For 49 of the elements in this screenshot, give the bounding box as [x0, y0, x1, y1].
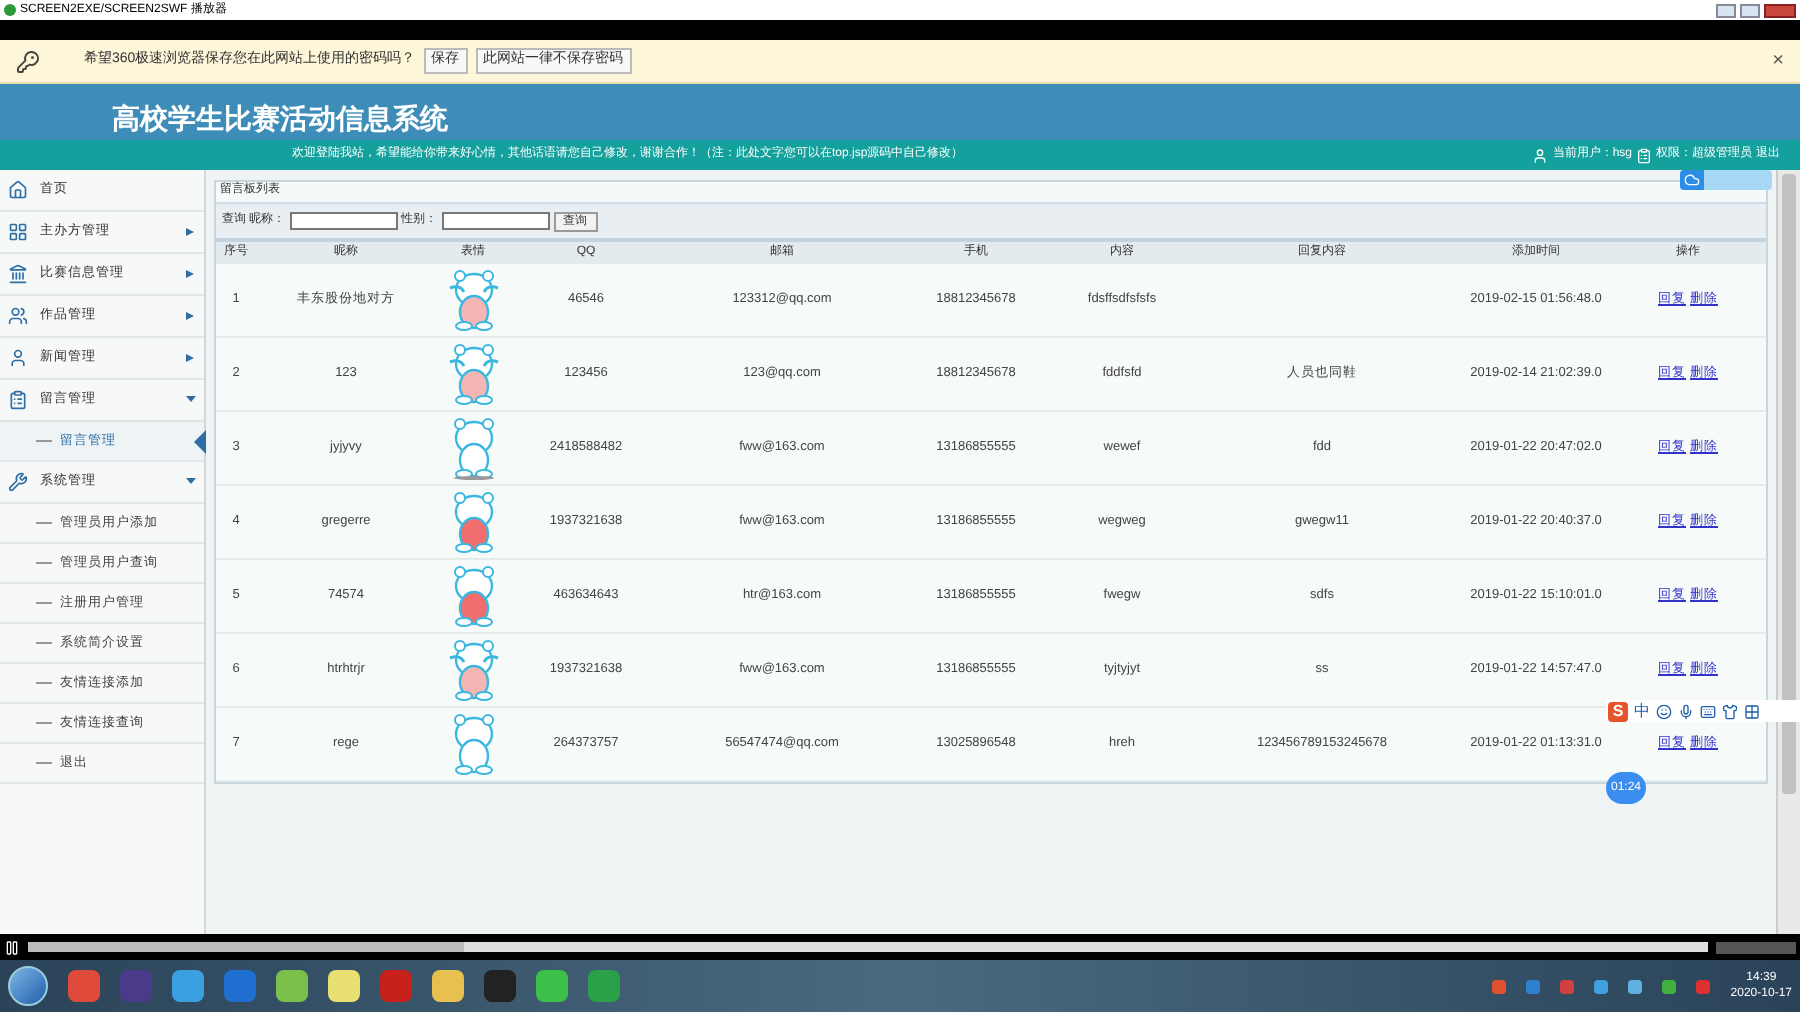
maximize-button[interactable]	[1740, 3, 1760, 17]
minimize-button[interactable]	[1716, 3, 1736, 17]
tray-icon[interactable]	[1526, 979, 1541, 993]
taskbar-app-icon[interactable]	[432, 970, 464, 1002]
taskbar-app-icon[interactable]	[68, 970, 100, 1002]
menu-icon	[8, 264, 28, 284]
caret-icon	[186, 312, 196, 320]
start-button[interactable]	[8, 966, 48, 1006]
caret-icon	[186, 270, 196, 278]
pause-button[interactable]	[4, 939, 20, 955]
microphone-icon[interactable]	[1678, 703, 1694, 719]
cloud-upload-button[interactable]	[1680, 170, 1772, 190]
tray-icon[interactable]	[1594, 979, 1609, 993]
keyboard-icon[interactable]	[1700, 703, 1716, 719]
menu-icon	[8, 222, 28, 242]
nickname-field[interactable]	[289, 212, 398, 231]
close-button[interactable]: ×	[1772, 51, 1784, 71]
taskbar-app-icon[interactable]	[536, 970, 568, 1002]
caret-icon	[186, 396, 196, 404]
gender-field[interactable]	[441, 212, 550, 231]
caret-icon	[186, 228, 196, 236]
close-button[interactable]	[1764, 3, 1796, 17]
input-mode[interactable]: 中	[1634, 699, 1650, 723]
scrollbar[interactable]	[1776, 170, 1800, 934]
menu-icon	[8, 390, 28, 410]
tray-icon[interactable]	[1492, 979, 1507, 993]
emoji-icon[interactable]	[1656, 703, 1672, 719]
caret-icon	[186, 478, 196, 486]
tray-icon[interactable]	[1696, 979, 1711, 993]
key-icon	[16, 49, 40, 73]
taskbar-app-icon[interactable]	[328, 970, 360, 1002]
menu-icon	[8, 306, 28, 326]
tray-icon[interactable]	[1628, 979, 1643, 993]
menu-icon	[8, 348, 28, 368]
permission-icon	[1636, 147, 1652, 163]
menu-icon	[8, 472, 28, 492]
ime-logo: S	[1608, 701, 1628, 721]
toolbox-icon[interactable]	[1744, 703, 1760, 719]
tray-icon[interactable]	[1662, 979, 1677, 993]
menu-icon	[8, 180, 28, 200]
skin-icon[interactable]	[1722, 703, 1738, 719]
user-icon	[1532, 147, 1549, 163]
caret-icon	[186, 354, 196, 362]
app-icon	[4, 4, 16, 16]
taskbar-app-icon[interactable]	[172, 970, 204, 1002]
tray-icon[interactable]	[1560, 979, 1575, 993]
cloud-icon	[1684, 172, 1700, 188]
system-title: 高校学生比赛活动信息系统	[112, 102, 448, 138]
taskbar-app-icon[interactable]	[276, 970, 308, 1002]
